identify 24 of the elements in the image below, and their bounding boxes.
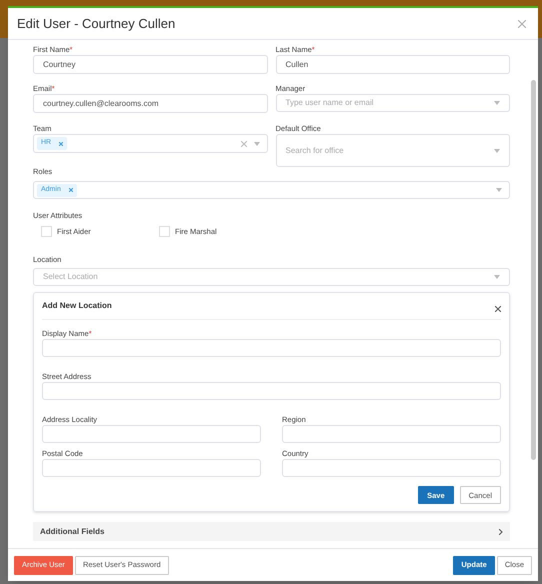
remove-icon[interactable] bbox=[68, 188, 73, 192]
input-field[interactable] bbox=[42, 339, 501, 358]
remove-icon[interactable] bbox=[59, 142, 64, 146]
accordion-header[interactable]: Additional Fields bbox=[33, 522, 510, 542]
card-title: Add New Location bbox=[42, 300, 112, 312]
input-field[interactable]: courtney.cullen@clearooms.com bbox=[33, 94, 268, 113]
input-field[interactable] bbox=[42, 425, 261, 444]
caret-icon bbox=[494, 275, 500, 280]
modal-title: Edit User - Courtney Cullen bbox=[17, 14, 176, 33]
checkbox[interactable] bbox=[41, 226, 52, 238]
input-field[interactable]: Courtney bbox=[33, 55, 268, 74]
caret-icon bbox=[494, 101, 500, 105]
caret-icon bbox=[494, 148, 500, 152]
input-field[interactable] bbox=[42, 459, 261, 478]
checkbox[interactable] bbox=[159, 226, 170, 238]
close-icon[interactable] bbox=[495, 306, 501, 312]
scrollbar[interactable] bbox=[531, 80, 536, 460]
input-field[interactable]: Cullen bbox=[276, 55, 510, 74]
input-field[interactable] bbox=[282, 459, 501, 478]
caret-icon bbox=[496, 188, 502, 192]
input-field[interactable] bbox=[282, 425, 501, 444]
input-field[interactable] bbox=[42, 382, 501, 400]
caret-icon bbox=[254, 142, 260, 146]
clear-icon[interactable] bbox=[240, 140, 246, 146]
